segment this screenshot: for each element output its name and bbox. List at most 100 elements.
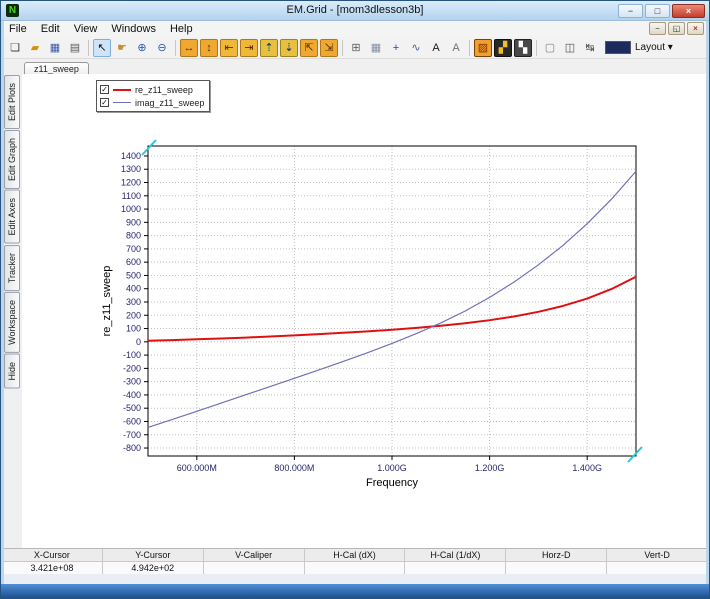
y-tick-label: 600 xyxy=(126,257,141,267)
side-tab-hide[interactable]: Hide xyxy=(4,353,20,389)
minimize-button[interactable]: − xyxy=(618,4,643,18)
zoom-out-icon[interactable]: ⊖ xyxy=(153,39,171,57)
y-tick-label: -700 xyxy=(123,430,141,440)
plot-area: ✓ re_z11_sweep ✓ imag_z11_sweep 1400 1300 120… xyxy=(22,74,708,548)
legend-item: ✓ imag_z11_sweep xyxy=(100,96,204,109)
y-tick-label: -500 xyxy=(123,403,141,413)
open-folder-icon[interactable]: ▰ xyxy=(26,39,44,57)
menu-file[interactable]: File xyxy=(2,22,34,36)
cursor-col-header: H-Cal (dX) xyxy=(304,549,406,562)
toolbar-separator xyxy=(175,39,176,56)
side-tab-edit-plots[interactable]: Edit Plots xyxy=(4,75,20,130)
side-tab-edit-axes[interactable]: Edit Axes xyxy=(4,190,20,244)
add-cursor-icon[interactable]: + xyxy=(387,39,405,57)
zoom-full-extents-icon[interactable]: ⇲ xyxy=(320,38,338,57)
window-controls: − □ × xyxy=(618,4,705,18)
shift-down-icon[interactable]: ⇣ xyxy=(280,38,298,57)
child-close-button[interactable]: × xyxy=(687,22,704,35)
y-tick-label: 1400 xyxy=(121,151,141,161)
zoom-y-extents-icon[interactable]: ↕ xyxy=(200,38,218,57)
cursor-col-header: Vert-D xyxy=(607,549,709,562)
x-tick-label: 600.000M xyxy=(177,463,217,473)
y-tick-label: 1300 xyxy=(121,164,141,174)
new-file-icon[interactable]: ❏ xyxy=(6,39,24,57)
print-icon[interactable]: ▤ xyxy=(66,39,84,57)
cursor-col-header: V-Caliper xyxy=(203,549,305,562)
fill-color-icon[interactable]: ▨ xyxy=(474,38,492,57)
menu-items: File Edit View Windows Help xyxy=(2,22,200,36)
legend-label: imag_z11_sweep xyxy=(135,97,205,108)
y-tick-label: -800 xyxy=(123,443,141,453)
y-tick-label: 1000 xyxy=(121,204,141,214)
y-tick-label: 800 xyxy=(126,231,141,241)
legend-checkbox[interactable]: ✓ xyxy=(100,98,109,107)
axes-icon[interactable]: ⊞ xyxy=(347,39,365,57)
menu-help[interactable]: Help xyxy=(163,22,200,36)
y-tick-label: 1100 xyxy=(122,191,141,201)
shift-up-icon[interactable]: ⇡ xyxy=(260,38,278,57)
frame-double-icon[interactable]: ◫ xyxy=(561,39,579,57)
cursor-table-header-row: X-Cursor Y-Cursor V-Caliper H-Cal (dX) H-Cal… xyxy=(2,549,709,562)
legend-line-sample xyxy=(113,102,131,103)
title-bar[interactable]: N EM.Grid - [mom3dlesson3b] − □ × xyxy=(1,1,709,21)
frame-width-icon[interactable]: ↹ xyxy=(581,39,599,57)
close-button[interactable]: × xyxy=(672,4,705,18)
menu-view[interactable]: View xyxy=(67,22,105,36)
toolbar-separator xyxy=(88,39,89,56)
cursor-col-header: Y-Cursor xyxy=(102,549,204,562)
hatch-icon[interactable]: ▚ xyxy=(514,38,532,57)
menu-windows[interactable]: Windows xyxy=(104,22,163,36)
add-text-icon[interactable]: A xyxy=(427,39,445,57)
y-tick-label: 1200 xyxy=(121,178,141,188)
status-strip xyxy=(1,584,709,598)
legend-line-sample xyxy=(113,88,131,91)
pattern-icon[interactable]: ▞ xyxy=(494,38,512,57)
child-minimize-button[interactable]: − xyxy=(649,22,666,35)
x-axis-label: Frequency xyxy=(366,477,418,489)
cursor-col-header: X-Cursor xyxy=(2,549,103,562)
zoom-window-icon[interactable]: ⇱ xyxy=(300,38,318,57)
toolbar-separator xyxy=(536,39,537,56)
maximize-button[interactable]: □ xyxy=(645,4,670,18)
child-restore-button[interactable]: ◱ xyxy=(668,22,685,35)
x-tick-label: 800.000M xyxy=(274,463,314,473)
y-tick-label: 500 xyxy=(126,270,141,280)
side-tab-workspace[interactable]: Workspace xyxy=(4,291,20,353)
y-tick-label: 400 xyxy=(126,284,141,294)
toolbar-separator xyxy=(469,39,470,56)
side-tab-edit-graph[interactable]: Edit Graph xyxy=(4,130,20,190)
legend-item: ✓ re_z11_sweep xyxy=(100,83,204,96)
pan-hand-icon[interactable]: ☛ xyxy=(113,39,131,57)
shift-right-icon[interactable]: ⇥ xyxy=(240,38,258,57)
y-tick-label: 300 xyxy=(126,297,141,307)
layout-dropdown[interactable]: Layout ▾ xyxy=(605,41,673,54)
save-icon[interactable]: ▦ xyxy=(46,39,64,57)
shift-left-icon[interactable]: ⇤ xyxy=(220,38,238,57)
toolbar: ❏ ▰ ▦ ▤ ↖ ☛ ⊕ ⊖ ↔ ↕ ⇤ ⇥ ⇡ ⇣ ⇱ ⇲ ⊞ ▦ + ∿ A A ▨ ▞ ▚ ▢ ◫ ↹ Layout ▾ xyxy=(2,37,708,59)
toolbar-separator xyxy=(342,39,343,56)
pointer-icon[interactable]: ↖ xyxy=(93,38,111,57)
mdi-window-controls: − ◱ × xyxy=(649,22,704,35)
menu-bar: File Edit View Windows Help − ◱ × xyxy=(2,21,708,37)
zoom-x-extents-icon[interactable]: ↔ xyxy=(180,38,198,57)
format-text-icon[interactable]: A xyxy=(447,39,465,57)
trace-points-icon[interactable]: ∿ xyxy=(407,39,425,57)
cursor-col-header: Horz-D xyxy=(506,549,608,562)
y-axis-label: re_z11_sweep xyxy=(101,266,113,337)
y-tick-label: 0 xyxy=(136,337,141,347)
app-window: N EM.Grid - [mom3dlesson3b] − □ × File Edit… xyxy=(0,0,710,599)
menu-edit[interactable]: Edit xyxy=(34,22,67,36)
window-frame-right xyxy=(706,21,709,584)
y-tick-label: -600 xyxy=(123,416,141,426)
y-tick-label: -300 xyxy=(123,377,141,387)
cursor-readout-table: X-Cursor Y-Cursor V-Caliper H-Cal (dX) H-Cal… xyxy=(2,548,709,575)
left-tab-strip: Edit Plots Edit Graph Edit Axes Tracker Work… xyxy=(2,74,22,546)
side-tab-tracker[interactable]: Tracker xyxy=(4,244,20,291)
grid-icon[interactable]: ▦ xyxy=(367,39,385,57)
layout-label: Layout ▾ xyxy=(635,42,673,53)
zoom-in-icon[interactable]: ⊕ xyxy=(133,39,151,57)
plot-tab-bar: z11_sweep xyxy=(2,59,708,76)
legend-checkbox[interactable]: ✓ xyxy=(100,85,109,94)
plot-canvas[interactable]: 1400130012001100100090080070060050040030… xyxy=(22,74,708,548)
frame-style-icon[interactable]: ▢ xyxy=(541,39,559,57)
